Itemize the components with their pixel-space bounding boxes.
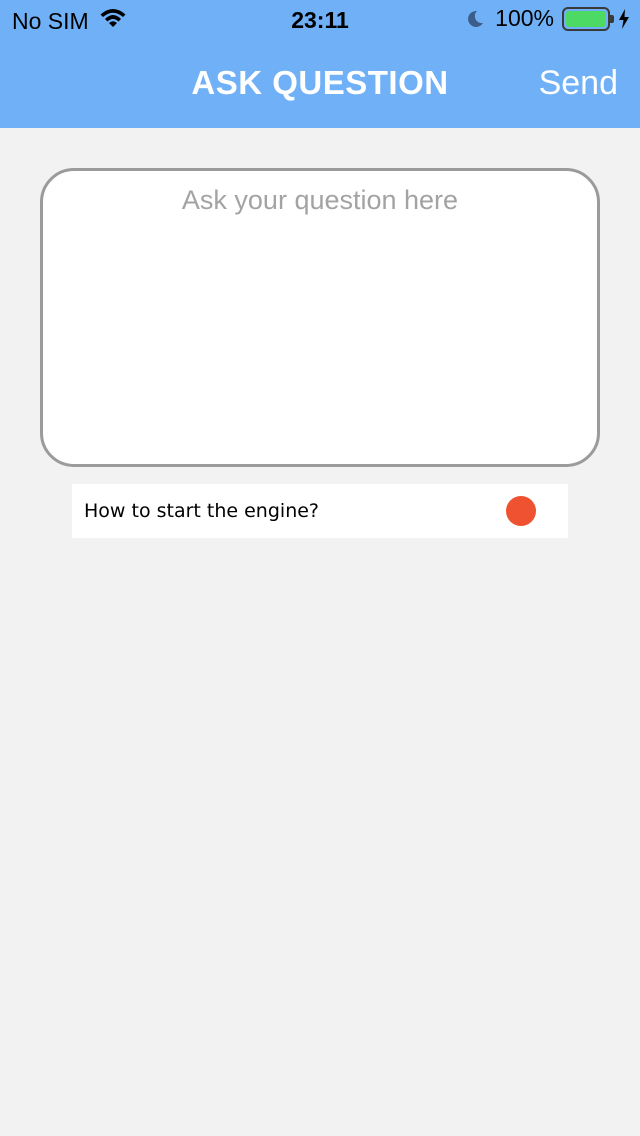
suggestion-item[interactable]: How to start the engine? — [72, 484, 568, 538]
battery-percent: 100% — [495, 5, 554, 31]
status-right: 100% — [465, 5, 630, 32]
charging-bolt-icon — [618, 8, 630, 29]
header-bar: No SIM 23:11 100% ASK QUESTION Send — [0, 0, 640, 128]
battery-icon — [562, 6, 614, 31]
question-input[interactable] — [40, 168, 600, 467]
suggestion-text: How to start the engine? — [84, 500, 320, 522]
status-dot-icon — [506, 496, 536, 526]
moon-icon — [465, 9, 485, 29]
status-bar: No SIM 23:11 100% — [0, 0, 640, 40]
send-button[interactable]: Send — [539, 64, 618, 103]
